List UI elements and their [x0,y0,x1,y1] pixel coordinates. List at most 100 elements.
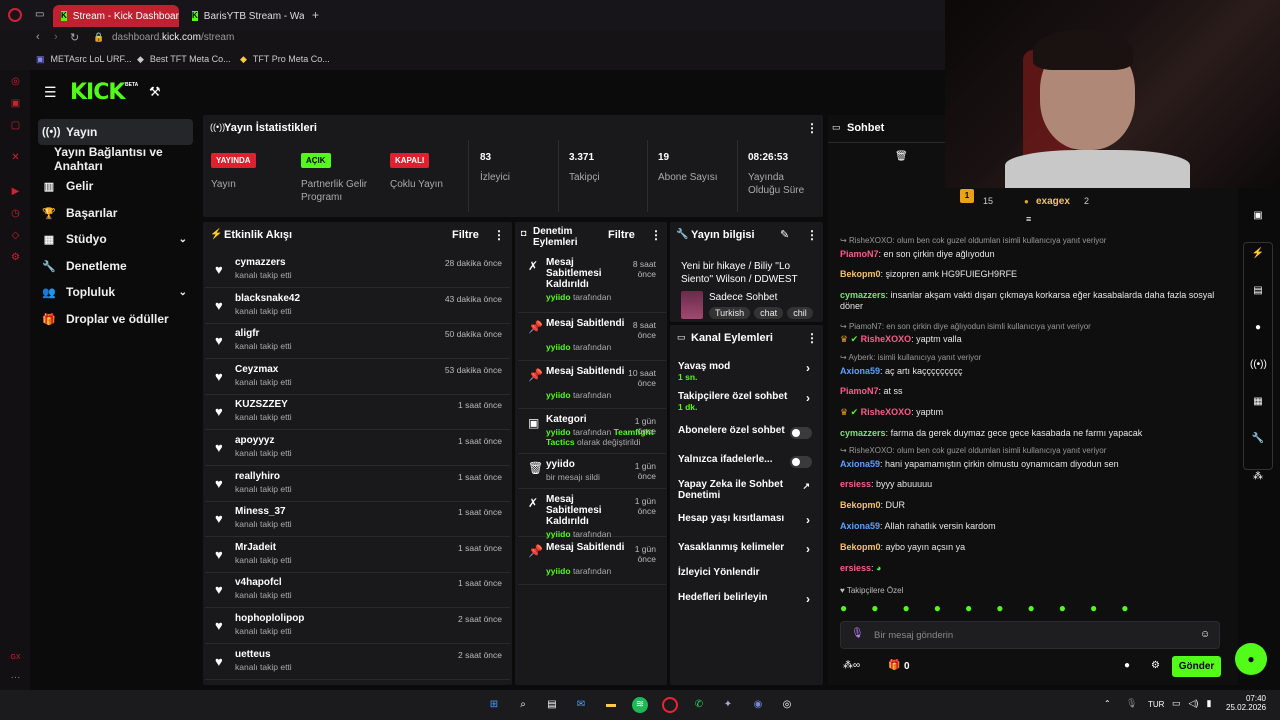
sidebar-item-denetleme[interactable]: 🔧 Denetleme [38,253,193,279]
opera-gx-icon[interactable]: GX [10,652,21,663]
tray-chevron-icon[interactable]: ⌃ [1104,699,1111,708]
app-icon[interactable]: ✦ [720,697,736,713]
moderation-row[interactable]: ▣ Kategori yyiido tarafından Teamfight Tac… [518,410,666,454]
sidebar-item-topluluk[interactable]: 👥 Topluluk ⌄ [38,279,193,305]
opera-icon[interactable] [662,697,678,713]
url-field[interactable]: dashboard.kick.com/stream [112,32,234,43]
moderation-menu-icon[interactable]: ⋮ [650,228,662,242]
opera-x-icon[interactable]: ✕ [10,152,21,163]
chat-message[interactable]: Axiona59: Allah rahatlık versin kardom [840,521,1220,532]
opera-instagram-icon[interactable]: ▢ [10,120,21,131]
activity-menu-icon[interactable]: ⋮ [493,228,505,242]
hammer-icon[interactable]: ⚒ [149,84,161,100]
forward-icon[interactable]: › [54,31,58,43]
chat-message[interactable]: ♛ ✔ RisheXOXO: yaptm valla [840,334,1220,345]
moderation-row[interactable]: 📌 Mesaj Sabitlendi yyiido tarafından 10 saa… [518,362,666,409]
chat-message[interactable]: ersiess: ◕ [840,563,1220,574]
wrench-icon[interactable]: 🔧 [1250,433,1266,449]
broadcast-icon[interactable]: ((•)) [1250,359,1267,375]
clock[interactable]: 07:40 25.02.2026 [1226,694,1266,712]
sidebar-item-studyo[interactable]: ▦ Stüdyo ⌄ [38,226,193,252]
microphone-icon[interactable]: 🎙 [851,628,864,639]
opera-more-icon[interactable]: ··· [10,672,21,683]
menu-icon[interactable]: ☰ [44,84,57,101]
toggle-switch[interactable] [790,456,812,468]
new-tab-button[interactable]: + [312,8,319,22]
moderation-row[interactable]: ✗ Mesaj Sabitlemesi Kaldırıldı yyiido tara… [518,490,666,539]
moderation-row[interactable]: 🗑 yyiido bir mesajı sildi 1 gün önce [518,455,666,489]
activity-row[interactable]: ♥ hophoplolipop kanalı takip etti 2 saat ön… [205,609,510,644]
tab-kick-dashboard[interactable]: K Stream - Kick Dashboard [53,5,179,27]
emote-icon[interactable]: ● [1028,601,1035,615]
category-name[interactable]: Sadece Sohbet [709,292,777,303]
emote-icon[interactable]: ● [996,601,1003,615]
activity-filter-button[interactable]: Filtre [452,229,479,241]
moderation-filter-button[interactable]: Filtre [608,229,635,241]
mail-icon[interactable]: ✉ [573,697,589,713]
tab-manager-icon[interactable]: ▭ [35,9,44,20]
chat-message[interactable]: cymazzers: farma da gerek duymaz gece ge… [840,428,1220,439]
discord-icon[interactable]: ◉ [750,697,766,713]
activity-row[interactable]: ♥ uetteus kanalı takip etti 2 saat önce [205,645,510,680]
activity-row[interactable]: ♥ MrJadeit kanalı takip etti 1 saat önce [205,538,510,573]
channel-action-8[interactable]: Hedefleri belirleyin › [678,592,818,616]
sidebar-item-yayin[interactable]: ((•)) Yayın [38,119,193,145]
channel-action-1[interactable]: Takipçilere özel sohbet 1 dk. › [678,391,818,415]
tag-chip[interactable]: chil [787,307,813,319]
fullscreen-icon[interactable]: ▣ [1250,210,1266,226]
store-icon[interactable]: ▤ [544,697,560,713]
emote-icon[interactable]: ● [871,601,878,615]
channel-actions-menu-icon[interactable]: ⋮ [806,331,818,345]
tag-chip[interactable]: Turkish [709,307,751,319]
stats-menu-icon[interactable]: ⋮ [806,121,818,135]
volume-icon[interactable]: ◁) [1189,698,1199,709]
tag-chip[interactable]: chat [754,307,784,319]
chat-message[interactable]: cymazzers: insanlar akşam vakti dışarı ç… [840,290,1220,312]
leader-name[interactable]: exagex [1036,196,1070,207]
gift-icon[interactable]: 🎁 [888,660,900,671]
windows-start-icon[interactable]: ⊞ [486,697,502,713]
activity-row[interactable]: ♥ Miness_37 kanalı takip etti 1 saat önce [205,502,510,538]
chat-tools-icon[interactable]: ⁂∞ [843,660,860,671]
opera-messenger-icon[interactable]: ▣ [10,98,21,109]
chat-bubble-icon[interactable]: ● [1124,660,1130,671]
chat-message[interactable]: Bekopm0: aybo yayın açsın ya [840,542,1220,553]
support-chat-icon[interactable]: ● [1235,643,1267,675]
activity-row[interactable]: ♥ aligfr kanalı takip etti 50 dakika önce [205,324,510,360]
chat-message[interactable]: Bekopm0: şizopren amk HG9FUIEGH9RFE [840,269,1220,280]
filter-lines-icon[interactable]: ≡ [1026,214,1031,224]
emote-icon[interactable]: ● [1121,601,1128,615]
drops-icon[interactable]: ⁂ [1250,471,1266,487]
steam-icon[interactable]: ◎ [779,697,795,713]
chat-icon[interactable]: ● [1250,322,1266,338]
channel-action-6[interactable]: Yasaklanmış kelimeler › [678,542,818,566]
chat-message[interactable]: PiamoN7: at ss [840,386,1220,397]
emote-icon[interactable]: ● [1090,601,1097,615]
activity-row[interactable]: ♥ reallyhiro kanalı takip etti 1 saat önce [205,467,510,502]
activity-row[interactable]: ♥ Ceyzmax kanalı takip etti 53 dakika önce [205,360,510,395]
activity-row[interactable]: ♥ apoyyyz kanalı takip etti 1 saat önce [205,431,510,466]
kick-logo[interactable]: KICK [70,80,125,105]
network-icon[interactable]: ▭ [1172,698,1181,709]
emote-icon[interactable]: ● [1059,601,1066,615]
back-icon[interactable]: ‹ [36,31,40,43]
activity-row[interactable]: ♥ KUZSZZEY kanalı takip etti 1 saat önce [205,395,510,431]
opera-settings-icon[interactable]: ⚙ [10,252,21,263]
opera-aria-icon[interactable]: ◎ [10,76,21,87]
sidebar-item-basarilar[interactable]: 🏆 Başarılar [38,200,193,226]
gear-icon[interactable]: ⚙ [1151,660,1160,671]
layout-icon[interactable]: ▦ [1250,396,1266,412]
opera-player-icon[interactable]: ▶ [10,186,21,197]
chat-message[interactable]: Axiona59: aç artı kaççççççççç [840,366,1220,377]
document-icon[interactable]: ▤ [1250,285,1266,301]
emote-icon[interactable]: ● [934,601,941,615]
stream-info-menu-icon[interactable]: ⋮ [806,228,818,242]
tab-stream-watch[interactable]: K BarisYTB Stream - Watch [184,5,304,27]
chat-message[interactable]: ♛ ✔ RisheXOXO: yaptım [840,407,1220,418]
send-button[interactable]: Gönder [1172,656,1221,677]
channel-action-0[interactable]: Yavaş mod 1 sn. › [678,361,818,385]
toggle-switch[interactable] [790,427,812,439]
sidebar-item-gelir[interactable]: ▥ Gelir [38,173,193,199]
opera-bookmarks-icon[interactable]: ◇ [10,230,21,241]
opera-history-icon[interactable]: ◷ [10,208,21,219]
